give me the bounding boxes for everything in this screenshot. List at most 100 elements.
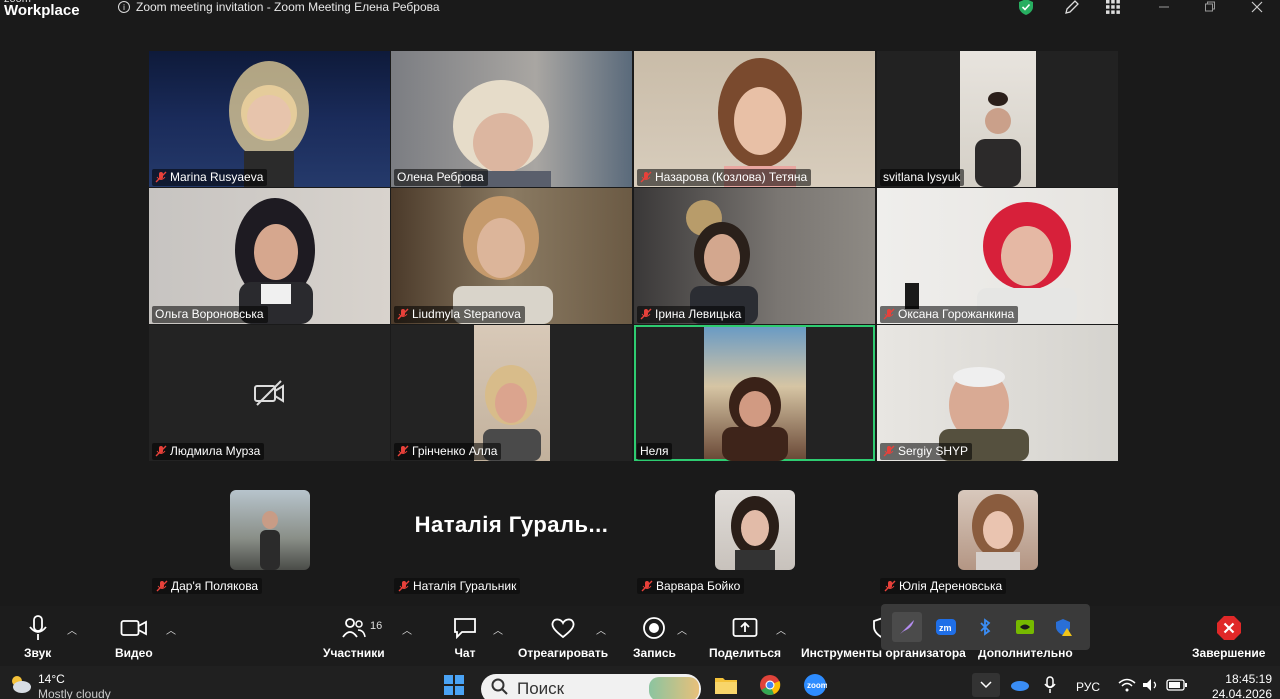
battery-icon[interactable] [1163, 673, 1191, 697]
react-button[interactable]: Отреагировать [518, 614, 608, 660]
clock[interactable]: 18:45:19 24.04.2026 [1212, 672, 1272, 699]
share-button[interactable]: Поделиться [709, 614, 781, 660]
bluetooth-icon[interactable] [970, 612, 1000, 642]
apps-grid-icon[interactable] [1104, 0, 1122, 14]
chat-bubble-icon [453, 614, 477, 642]
pen-feather-icon[interactable] [891, 612, 922, 642]
video-tile[interactable]: Назарова (Козлова) Тетяна [634, 51, 875, 187]
weather-widget[interactable]: 14°C Mostly cloudy [8, 672, 111, 699]
share-options-caret[interactable]: ︿ [776, 622, 786, 637]
video-tile[interactable]: Грінченко Алла [391, 325, 632, 461]
audio-label: Звук [24, 646, 52, 660]
participant-name-tag: svitlana lysyuk [880, 169, 965, 186]
participant-name-tag: Marina Rusyaeva [152, 169, 268, 186]
restore-icon[interactable] [1203, 0, 1217, 14]
mic-muted-icon [155, 445, 167, 457]
participant-name-tag: Наталія Гуральник [394, 578, 521, 594]
participant-name-tag: Ольга Вороновська [152, 306, 268, 323]
mic-muted-icon [883, 445, 895, 457]
zoom-window: zoom Workplace i Zoom meeting invitation… [0, 0, 1280, 699]
participant-name-tag: Liudmyla Stepanova [394, 306, 525, 323]
participant-name-tag: Дар'я Полякова [152, 578, 263, 594]
record-options-caret[interactable]: ︿ [677, 622, 687, 637]
mic-muted-icon [640, 171, 652, 183]
microphone-icon [28, 614, 48, 642]
record-icon [642, 614, 666, 642]
audio-button[interactable]: Звук [24, 614, 51, 660]
participant-name: Marina Rusyaeva [170, 170, 264, 184]
meeting-info[interactable]: i Zoom meeting invitation - Zoom Meeting… [118, 0, 440, 14]
avatar-tile[interactable]: Наталія Гураль... Наталія Гуральник [391, 484, 632, 604]
record-button[interactable]: Запись [633, 614, 676, 660]
video-tile[interactable]: svitlana lysyuk [877, 51, 1118, 187]
audio-options-caret[interactable]: ︿ [67, 622, 77, 637]
participant-name-tag: Грінченко Алла [394, 443, 502, 460]
avatar-tile[interactable]: Варвара Бойко [634, 484, 875, 604]
minimize-icon[interactable] [1157, 0, 1171, 14]
shield-check-icon[interactable] [1018, 0, 1034, 15]
language-indicator[interactable]: РУС [1076, 680, 1100, 694]
info-icon[interactable]: i [118, 1, 130, 13]
video-button[interactable]: Видео [115, 614, 153, 660]
mic-muted-icon [397, 308, 409, 320]
zoom-logo: zoom Workplace [4, 0, 80, 18]
participant-name: Юлія Дереновська [899, 579, 1003, 593]
mic-muted-icon [884, 580, 896, 592]
react-label: Отреагировать [518, 646, 609, 660]
zoom-app-icon[interactable]: zoom [801, 673, 829, 697]
share-screen-icon [732, 614, 758, 642]
video-tile[interactable]: Marina Rusyaeva [149, 51, 390, 187]
video-label: Видео [115, 646, 153, 660]
video-tile[interactable]: Ольга Вороновська [149, 188, 390, 324]
participants-options-caret[interactable]: ︿ [402, 622, 412, 637]
avatar [958, 490, 1038, 570]
file-explorer-icon[interactable] [712, 673, 740, 697]
taskbar-search[interactable]: Поиск [481, 674, 701, 699]
chat-label: Чат [454, 646, 476, 660]
logo-bottom: Workplace [4, 2, 80, 19]
video-tile[interactable]: Людмила Мурза [149, 325, 390, 461]
video-options-caret[interactable]: ︿ [166, 622, 176, 637]
clock-time: 18:45:19 [1225, 672, 1272, 686]
title-bar: zoom Workplace i Zoom meeting invitation… [0, 0, 1280, 26]
participant-name: Назарова (Козлова) Тетяна [655, 170, 808, 184]
mic-muted-icon [641, 580, 653, 592]
participant-name-tag: Sergiy SHYP [880, 443, 973, 460]
display-name-large: Наталія Гураль... [414, 512, 609, 537]
microphone-tray-icon[interactable] [1036, 673, 1064, 697]
onedrive-cloud-icon[interactable] [1006, 673, 1034, 697]
search-icon [491, 678, 509, 699]
avatar-tile[interactable]: Юлія Дереновська [877, 484, 1118, 604]
mic-muted-icon [640, 308, 652, 320]
chrome-icon[interactable] [756, 673, 784, 697]
video-tile[interactable]: Sergiy SHYP [877, 325, 1118, 461]
security-warning-icon[interactable] [1049, 612, 1079, 642]
zoom-tray-icon[interactable]: zm [931, 612, 961, 642]
video-tile-active-speaker[interactable]: Неля [634, 325, 875, 461]
video-tile[interactable]: Liudmyla Stepanova [391, 188, 632, 324]
participant-name: Ірина Левицька [655, 307, 742, 321]
participant-name-tag: Неля [637, 443, 673, 460]
chat-button[interactable]: Чат [453, 614, 477, 660]
pencil-icon[interactable] [1063, 0, 1081, 14]
chevron-up-icon[interactable] [972, 673, 1000, 697]
volume-icon[interactable] [1137, 673, 1165, 697]
nvidia-icon[interactable] [1010, 612, 1040, 642]
share-label: Поделиться [709, 646, 782, 660]
participant-name: Варвара Бойко [656, 579, 741, 593]
chat-options-caret[interactable]: ︿ [493, 622, 503, 637]
video-tile[interactable]: Ірина Левицька [634, 188, 875, 324]
windows-taskbar: 14°C Mostly cloudy Поиск zoom РУС 18:45:… [0, 666, 1280, 699]
video-tile[interactable]: Олена Реброва [391, 51, 632, 187]
video-tile[interactable]: Оксана Горожанкина [877, 188, 1118, 324]
react-options-caret[interactable]: ︿ [596, 622, 606, 637]
participant-name-tag: Олена Реброва [394, 169, 488, 186]
mic-muted-icon [156, 580, 168, 592]
windows-start-icon[interactable] [440, 673, 468, 697]
participant-name-tag: Ірина Левицька [637, 306, 746, 323]
close-icon[interactable] [1250, 0, 1264, 14]
participant-name: Неля [640, 444, 669, 458]
end-meeting-button[interactable]: Завершение [1192, 614, 1265, 660]
avatar-tile[interactable]: Дар'я Полякова [149, 484, 390, 604]
participant-name-tag: Назарова (Козлова) Тетяна [637, 169, 812, 186]
